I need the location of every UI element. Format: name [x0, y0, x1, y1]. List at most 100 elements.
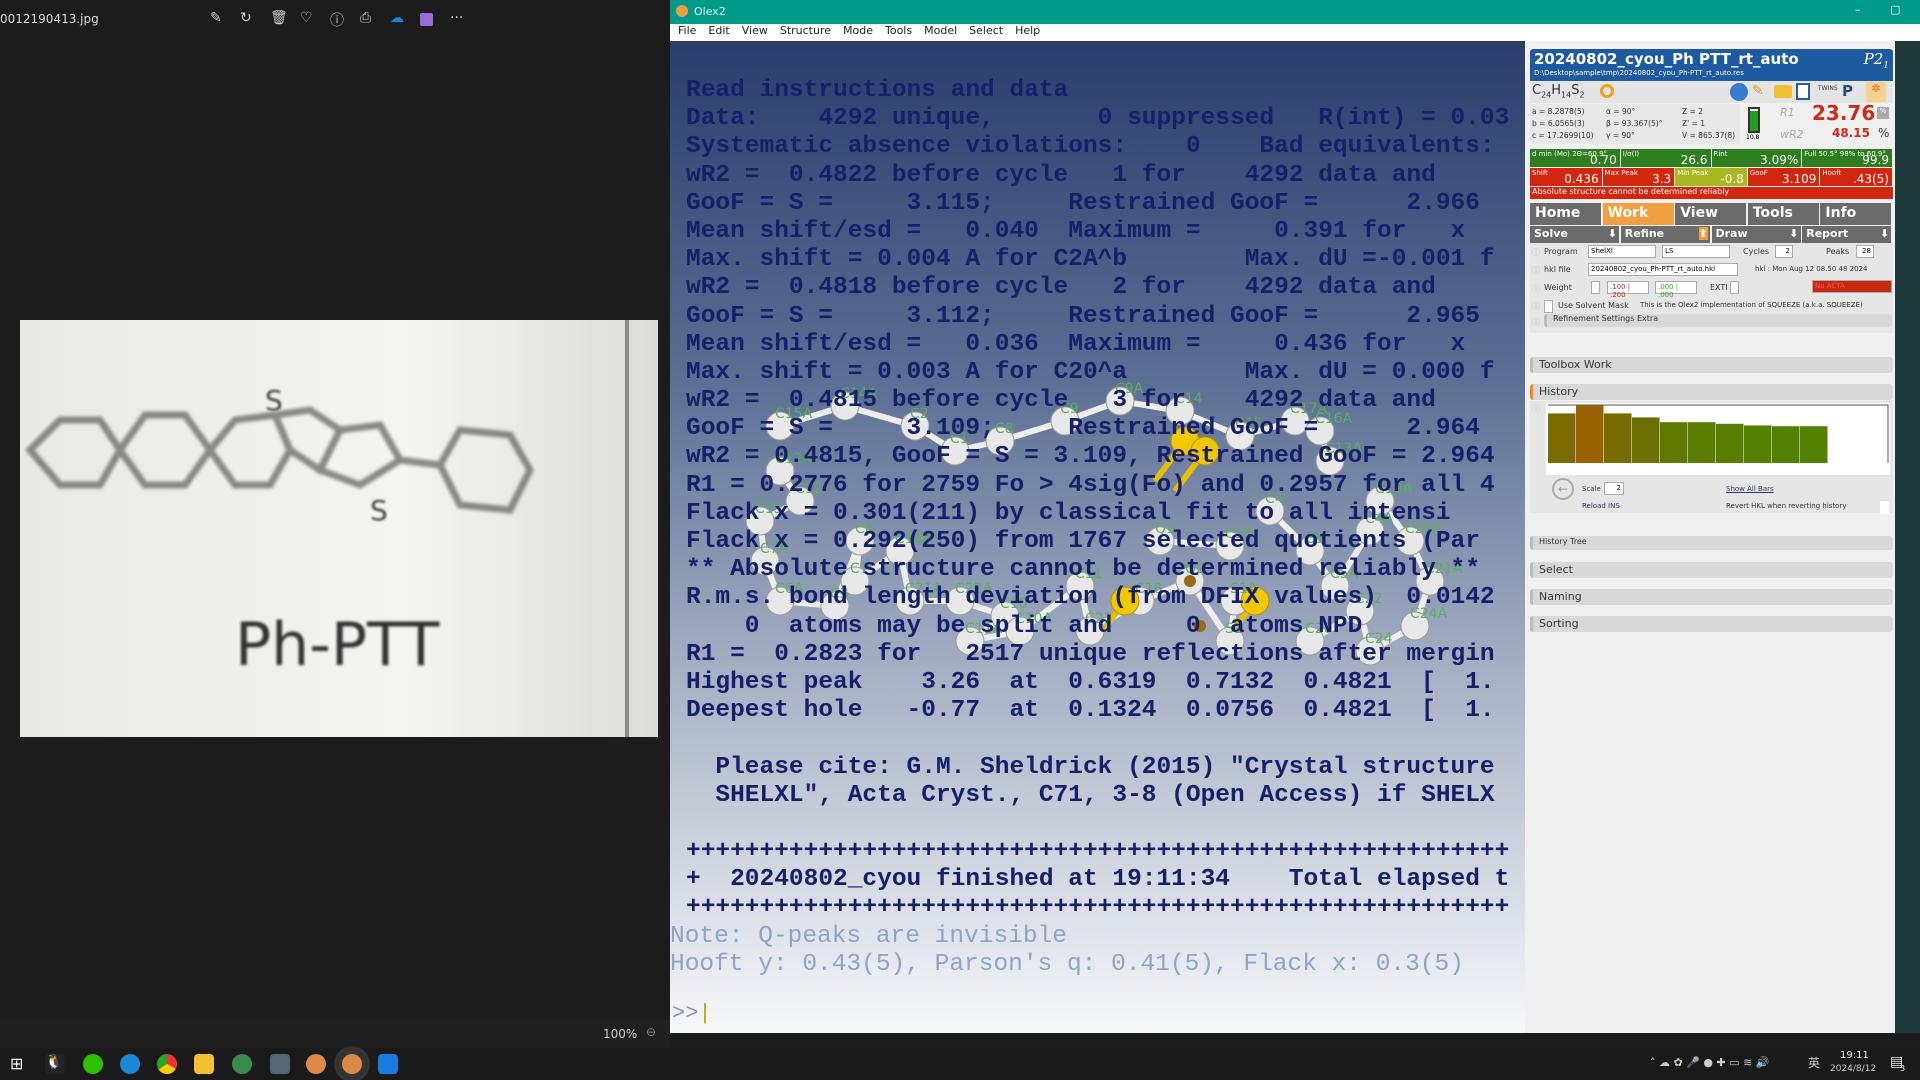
- wechat-icon[interactable]: [83, 1054, 103, 1074]
- percent-toggle[interactable]: %: [1877, 107, 1889, 119]
- onedrive-icon[interactable]: ☁: [390, 10, 404, 26]
- weight-suggested[interactable]: .000 | .000: [1655, 281, 1697, 299]
- section-naming[interactable]: Naming: [1530, 589, 1893, 605]
- info-icon[interactable]: ⓘ: [1532, 247, 1540, 258]
- reload-ins-link[interactable]: Reload INS: [1582, 502, 1620, 510]
- zoom-out-icon[interactable]: ⊖: [646, 1025, 656, 1039]
- menu-help[interactable]: Help: [1015, 24, 1040, 37]
- panel-scrollbar[interactable]: [1895, 41, 1920, 1033]
- section-select[interactable]: Select: [1530, 562, 1893, 578]
- info-icon[interactable]: ⓘ: [1532, 283, 1540, 294]
- solvent-mask-checkbox[interactable]: [1544, 300, 1553, 313]
- history-bar[interactable]: [1576, 405, 1604, 463]
- subtab-draw[interactable]: Draw ⬇: [1711, 226, 1801, 243]
- info-icon[interactable]: ⓘ: [1532, 265, 1540, 276]
- favorite-icon[interactable]: ♡: [300, 10, 313, 26]
- edge-icon[interactable]: [120, 1054, 140, 1074]
- history-bar[interactable]: [1660, 422, 1688, 463]
- info-icon[interactable]: ⓘ: [1532, 403, 1540, 414]
- subtab-refine[interactable]: Refine ⬆: [1620, 226, 1710, 243]
- edit-structure-icon[interactable]: [1730, 83, 1748, 101]
- menu-structure[interactable]: Structure: [780, 24, 831, 37]
- ime-indicator[interactable]: 英: [1808, 1054, 1820, 1071]
- notepad-icon[interactable]: [1796, 83, 1810, 100]
- weight-checkbox[interactable]: [1591, 281, 1600, 294]
- subtab-solve[interactable]: Solve ⬇: [1530, 226, 1619, 243]
- exti-checkbox[interactable]: [1730, 281, 1739, 294]
- folder-icon[interactable]: [1774, 85, 1792, 98]
- olex2-taskbar-icon-active[interactable]: [342, 1054, 362, 1074]
- tab-view[interactable]: View: [1675, 203, 1747, 225]
- qq-icon[interactable]: 🐧: [45, 1054, 65, 1074]
- menu-file[interactable]: File: [678, 24, 696, 37]
- zoom-level[interactable]: 100%: [603, 1027, 637, 1041]
- print-icon[interactable]: ⎙: [360, 10, 371, 26]
- history-bar[interactable]: [1716, 423, 1744, 463]
- twins-icon[interactable]: TWINS: [1818, 85, 1838, 92]
- subtab-report[interactable]: Report ⬇: [1802, 226, 1892, 243]
- info-icon[interactable]: ⓘ: [1532, 317, 1540, 328]
- tab-work[interactable]: Work: [1602, 203, 1674, 225]
- stat-cell[interactable]: Min Peak -0.8: [1675, 168, 1747, 186]
- command-prompt[interactable]: >>|: [672, 1001, 712, 1026]
- scale-input[interactable]: 2: [1604, 482, 1624, 495]
- more-icon[interactable]: ···: [450, 10, 463, 26]
- cycles-input[interactable]: 2: [1775, 245, 1793, 258]
- section-history-tree[interactable]: History Tree: [1530, 536, 1893, 550]
- stat-cell[interactable]: Shift 0.436: [1530, 168, 1602, 186]
- tray-icons[interactable]: ˄ ☁ ✿ 🎤 ● ✚ ▭ ≋ 🔊: [1650, 1056, 1770, 1069]
- start-icon[interactable]: ⊞: [10, 1054, 30, 1074]
- arrow-up-icon[interactable]: ⬆: [1698, 227, 1708, 240]
- history-bars[interactable]: [1546, 403, 1890, 475]
- stat-cell[interactable]: Rint 3.09%: [1711, 149, 1802, 167]
- menu-mode[interactable]: Mode: [843, 24, 873, 37]
- history-bar[interactable]: [1688, 422, 1716, 463]
- calculator-icon[interactable]: [270, 1054, 290, 1074]
- pencil-icon[interactable]: ✎: [1752, 83, 1770, 101]
- hkl-select[interactable]: 20240802_cyou_Ph-PTT_rt_auto.hkl: [1588, 263, 1738, 276]
- file-explorer-icon[interactable]: [194, 1054, 214, 1074]
- tab-home[interactable]: Home: [1530, 203, 1601, 225]
- photos-icon[interactable]: [378, 1054, 398, 1074]
- olex2-taskbar-icon[interactable]: [306, 1054, 326, 1074]
- stat-cell[interactable]: I/σ(I) 26.6: [1620, 149, 1711, 167]
- arrow-down-icon[interactable]: ⬇: [1880, 227, 1889, 240]
- menu-model[interactable]: Model: [924, 24, 957, 37]
- section-toolbox-work[interactable]: Toolbox Work: [1530, 357, 1893, 373]
- refresh-icon[interactable]: [1600, 84, 1614, 98]
- rotate-icon[interactable]: ↻: [240, 10, 252, 26]
- delete-icon[interactable]: 🗑: [270, 10, 288, 26]
- stat-cell[interactable]: Hooft .43(5): [1820, 168, 1892, 186]
- clipchamp-icon[interactable]: [420, 13, 433, 26]
- clock-time[interactable]: 19:11: [1840, 1050, 1869, 1061]
- grow-icon[interactable]: ✲: [1866, 82, 1886, 102]
- info-icon[interactable]: ⓘ: [330, 10, 344, 30]
- arrow-down-icon[interactable]: ⬇: [1608, 227, 1617, 240]
- tab-info[interactable]: Info: [1820, 203, 1892, 225]
- arrow-down-icon[interactable]: ⬇: [1789, 227, 1798, 240]
- peaks-input[interactable]: 28: [1856, 245, 1874, 258]
- menu-select[interactable]: Select: [969, 24, 1003, 37]
- history-bar[interactable]: [1604, 413, 1632, 463]
- chemdraw-icon[interactable]: [232, 1054, 252, 1074]
- stat-cell[interactable]: GooF 3.109: [1747, 168, 1820, 186]
- acta-select[interactable]: No ACTA: [1812, 280, 1892, 293]
- revert-back-icon[interactable]: ←: [1552, 478, 1574, 500]
- menu-view[interactable]: View: [742, 24, 768, 37]
- section-history[interactable]: History: [1530, 384, 1893, 400]
- menu-edit[interactable]: Edit: [708, 24, 729, 37]
- program-select[interactable]: ShelXl: [1588, 245, 1656, 258]
- console-viewport[interactable]: C15A C14A C2 C1 C8 C9 C9A C14 C15 C17A C16A C13A C12…: [670, 41, 1525, 1033]
- weight-current[interactable]: .100 | .200: [1607, 281, 1649, 299]
- chrome-icon[interactable]: [157, 1054, 177, 1074]
- menu-tools[interactable]: Tools: [885, 24, 912, 37]
- stat-cell[interactable]: d min (Mo) 2Θ=60.9° 0.70: [1530, 149, 1620, 167]
- tab-tools[interactable]: Tools: [1747, 203, 1819, 225]
- maximize-button[interactable]: ▢: [1890, 3, 1900, 16]
- clock-date[interactable]: 2024/8/12: [1830, 1064, 1876, 1074]
- stat-cell[interactable]: Max Peak 3.3: [1602, 168, 1675, 186]
- history-bar[interactable]: [1632, 417, 1660, 463]
- history-bar[interactable]: [1800, 426, 1828, 463]
- history-bar[interactable]: [1772, 426, 1800, 463]
- show-all-bars-link[interactable]: Show All Bars: [1726, 485, 1774, 493]
